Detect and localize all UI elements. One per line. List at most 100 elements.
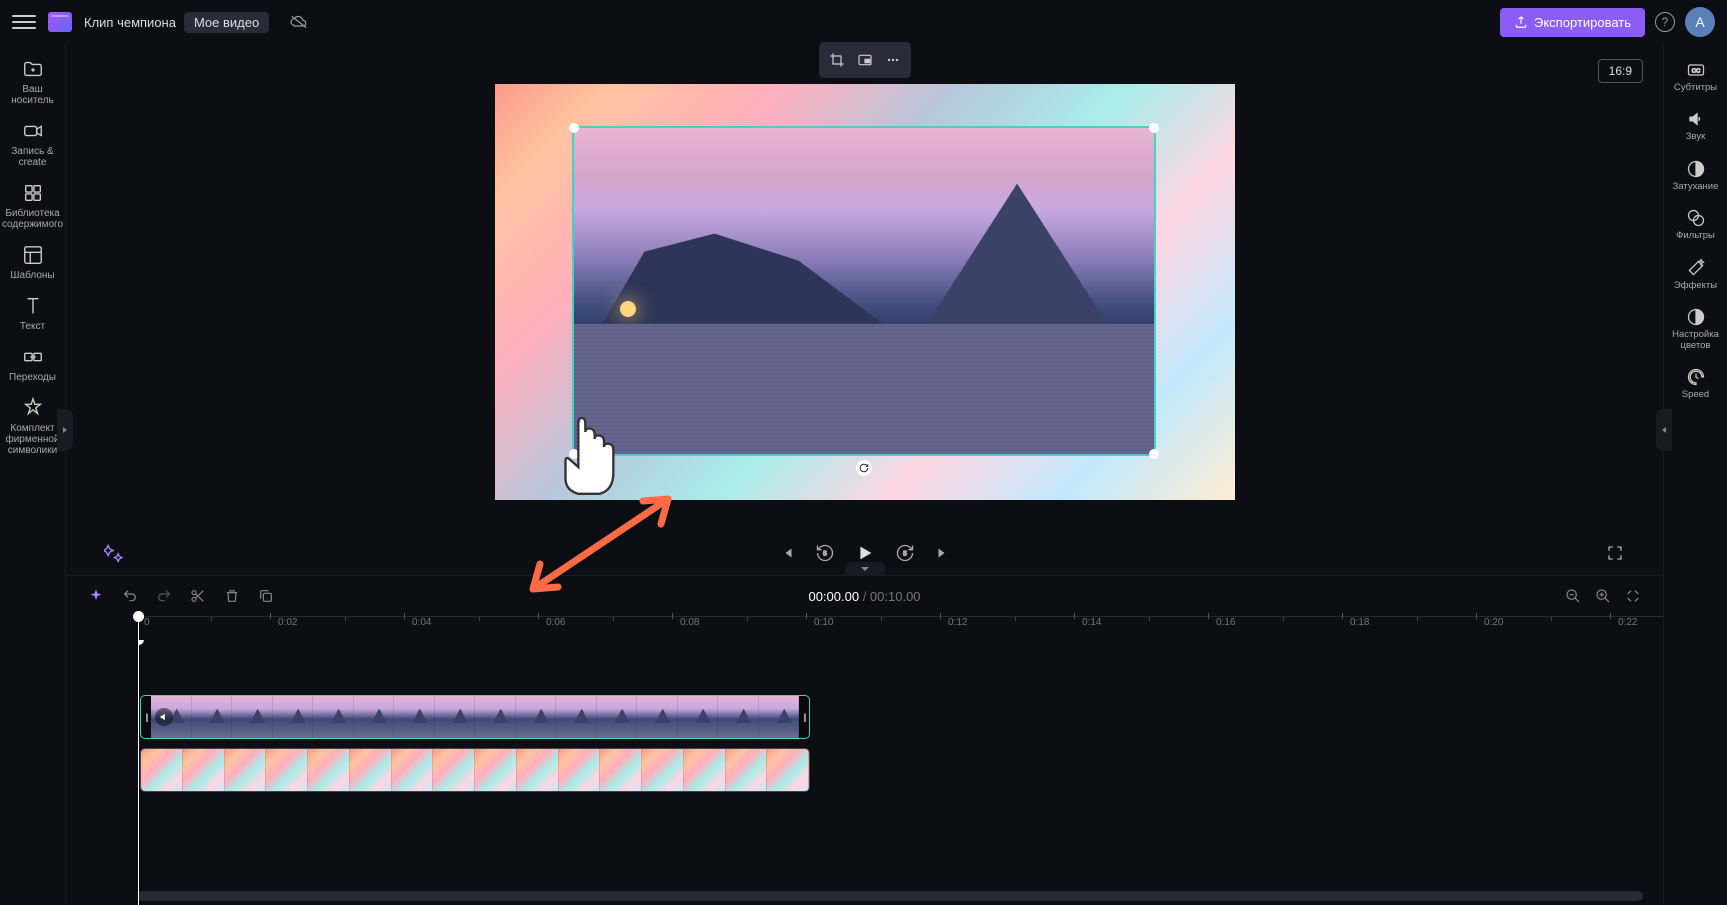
ruler-tick: 0:12 [948,617,967,628]
resize-handle-tr[interactable] [1149,123,1159,133]
help-button[interactable]: ? [1655,12,1675,32]
scrollbar-thumb[interactable] [138,891,1643,901]
sidebar-item-media[interactable]: Ваш носитель [0,54,65,110]
sidebar-item-audio[interactable]: Звук [1664,105,1727,146]
timeline-ruler[interactable]: 00:020:040:060:080:100:120:140:160:180:2… [138,616,1663,640]
playhead[interactable] [138,617,139,640]
sidebar-item-label: Speed [1682,390,1709,400]
sidebar-item-filters[interactable]: Фильтры [1664,204,1727,245]
timeline-collapse-button[interactable] [845,562,885,576]
sidebar-item-text[interactable]: Текст [0,291,65,336]
hamburger-menu-button[interactable] [12,10,36,34]
user-avatar[interactable]: A [1685,7,1715,37]
export-button[interactable]: Экспортировать [1500,8,1645,37]
clip-trim-start-handle[interactable] [141,696,151,738]
rotate-handle[interactable] [856,460,872,476]
sidebar-item-label: Настройка цветов [1666,330,1725,351]
preview-canvas[interactable] [495,84,1235,500]
resize-handle-bl[interactable] [569,449,579,459]
fullscreen-button[interactable] [1603,541,1627,565]
redo-button[interactable] [154,586,174,606]
clip-trim-end-handle[interactable] [799,696,809,738]
effects-icon [1686,258,1706,278]
timeline-scrollbar[interactable] [138,891,1643,901]
sidebar-item-brand[interactable]: Комплект фирменной символики [0,393,65,460]
speaker-icon [1686,109,1706,129]
selected-video-clip[interactable] [572,126,1156,456]
timeline-toolbar: 00:00.00 / 00:10.00 [66,576,1663,616]
ruler-tick: 0:20 [1484,617,1503,628]
zoom-out-button[interactable] [1563,586,1583,606]
right-sidebar: CC Субтитры Звук Затухание Фильтры Эффек… [1663,44,1727,905]
total-time: 00:10.00 [870,589,921,604]
timeline-clip-video[interactable] [140,695,810,739]
svg-text:5: 5 [903,551,907,558]
ruler-tick: 0:16 [1216,617,1235,628]
project-badge[interactable]: Мое видео [184,12,269,33]
sidebar-expand-button[interactable] [1656,409,1672,451]
rewind-5-button[interactable]: 5 [813,541,837,565]
svg-text:CC: CC [1691,69,1699,75]
sidebar-item-library[interactable]: Библиотека содержимого [0,178,65,234]
clip-audio-icon[interactable] [155,708,173,726]
pip-button[interactable] [852,47,878,73]
more-options-button[interactable] [880,47,906,73]
preview-area: 16:9 [66,44,1663,531]
sidebar-item-label: Эффекты [1674,281,1717,291]
crop-button[interactable] [824,47,850,73]
sidebar-item-record[interactable]: Запись & create [0,116,65,172]
library-icon [22,182,44,204]
app-header: Клип чемпиона Мое видео Экспортировать ?… [0,0,1727,44]
skip-end-button[interactable] [931,541,955,565]
forward-5-button[interactable]: 5 [893,541,917,565]
resize-handle-tl[interactable] [569,123,579,133]
sidebar-item-label: Субтитры [1674,83,1717,93]
svg-text:5: 5 [823,551,827,558]
sidebar-item-label: Фильтры [1676,231,1715,241]
cloud-sync-icon[interactable] [281,14,309,30]
sidebar-item-speed[interactable]: Speed [1664,363,1727,404]
ruler-tick: 0:04 [412,617,431,628]
timeline-tracks[interactable] [138,640,1663,905]
sidebar-item-label: Запись & create [2,146,63,168]
sidebar-item-templates[interactable]: Шаблоны [0,240,65,285]
ruler-tick: 0:02 [278,617,297,628]
sidebar-item-fade[interactable]: Затухание [1664,155,1727,196]
sidebar-item-label: Библиотека содержимого [2,208,63,230]
playhead-line[interactable] [138,640,139,905]
timeline-clip-background[interactable] [140,748,810,792]
ruler-tick: 0:10 [814,617,833,628]
skip-start-button[interactable] [775,541,799,565]
timeline-area: 00:00.00 / 00:10.00 00:020:040:060:080:1… [66,575,1663,905]
templates-icon [22,244,44,266]
cc-icon: CC [1686,60,1706,80]
ruler-tick: 0:18 [1350,617,1369,628]
ruler-tick: 0:06 [546,617,565,628]
speed-icon [1686,367,1706,387]
sidebar-item-label: Звук [1686,132,1705,142]
zoom-in-button[interactable] [1593,586,1613,606]
ruler-tick: 0:14 [1082,617,1101,628]
sidebar-item-effects[interactable]: Эффекты [1664,254,1727,295]
current-time: 00:00.00 [808,589,859,604]
zoom-fit-button[interactable] [1623,586,1643,606]
duplicate-button[interactable] [256,586,276,606]
ai-magic-button[interactable] [102,541,126,565]
sidebar-item-color[interactable]: Настройка цветов [1664,303,1727,355]
sidebar-item-label: Затухание [1673,182,1719,192]
delete-button[interactable] [222,586,242,606]
undo-button[interactable] [120,586,140,606]
app-logo-icon [48,12,72,32]
floating-toolbar [819,42,911,78]
color-adjust-icon [1686,307,1706,327]
sidebar-item-subtitles[interactable]: CC Субтитры [1664,56,1727,97]
title-group: Клип чемпиона Мое видео [84,12,269,33]
project-title: Клип чемпиона [84,15,176,30]
ai-sparkle-button[interactable] [86,586,106,606]
split-button[interactable] [188,586,208,606]
resize-handle-br[interactable] [1149,449,1159,459]
export-button-label: Экспортировать [1534,15,1631,30]
main-area: 16:9 [66,44,1663,905]
sidebar-item-transitions[interactable]: Переходы [0,342,65,387]
aspect-ratio-button[interactable]: 16:9 [1598,59,1643,83]
